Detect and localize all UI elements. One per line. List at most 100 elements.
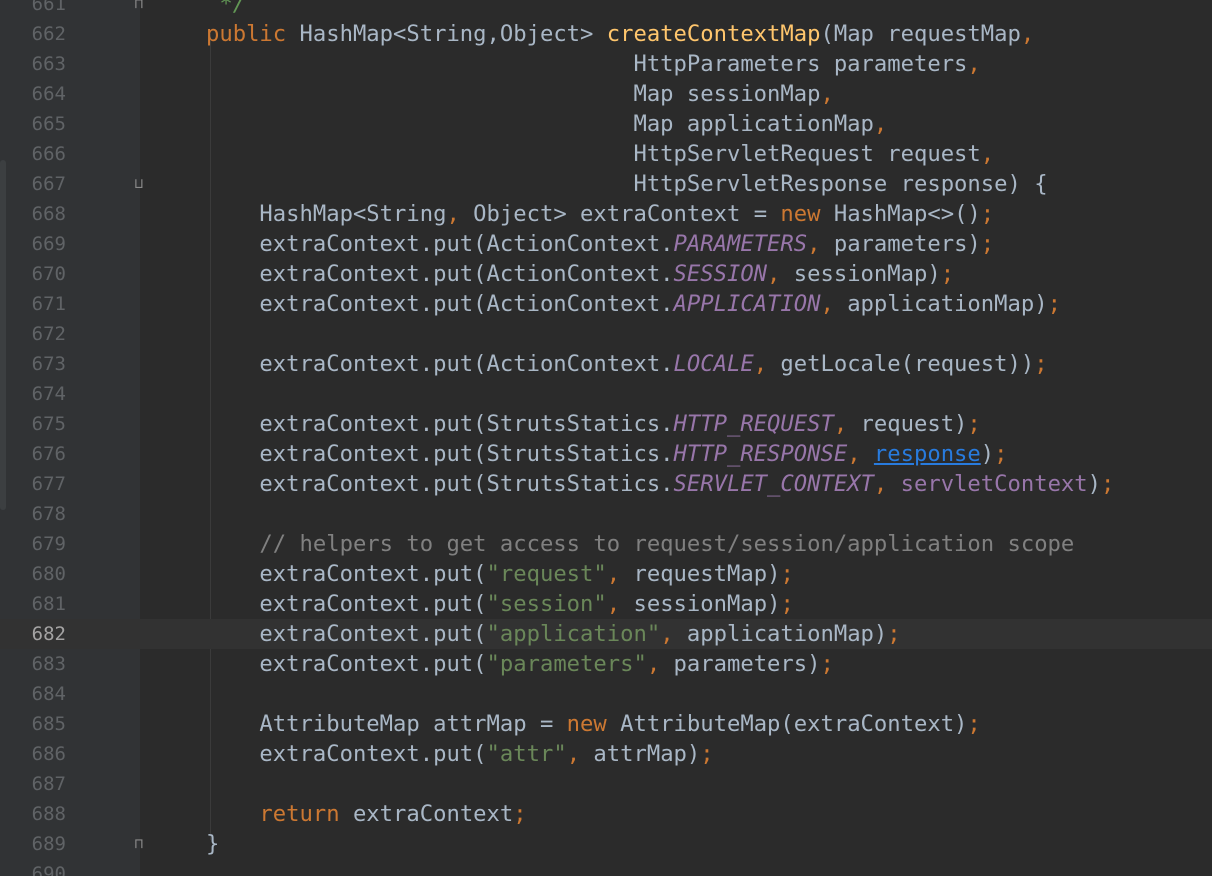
code-text[interactable]: return extraContext; xyxy=(206,799,526,829)
code-token: , xyxy=(606,561,634,587)
code-line[interactable]: 686 extraContext.put("attr", attrMap); xyxy=(0,739,1212,769)
line-number[interactable]: 687 xyxy=(0,769,66,799)
code-text[interactable]: extraContext.put(StrutsStatics.HTTP_RESP… xyxy=(206,439,1007,469)
line-number[interactable]: 681 xyxy=(0,589,66,619)
line-number[interactable]: 677 xyxy=(0,469,66,499)
fold-end-icon[interactable]: ⊓ xyxy=(131,834,147,854)
code-line[interactable]: 685 AttributeMap attrMap = new Attribute… xyxy=(0,709,1212,739)
code-line[interactable]: 684 xyxy=(0,679,1212,709)
code-text[interactable]: extraContext.put("application", applicat… xyxy=(206,619,900,649)
code-token: new xyxy=(780,201,834,227)
line-number[interactable]: 665 xyxy=(0,109,66,139)
code-text[interactable]: extraContext.put("session", sessionMap); xyxy=(206,589,793,619)
line-number[interactable]: 670 xyxy=(0,259,66,289)
code-token: AttributeMap attrMap = xyxy=(206,711,567,737)
code-token: ; xyxy=(1047,291,1061,317)
line-number[interactable]: 671 xyxy=(0,289,66,319)
code-line[interactable]: 677 extraContext.put(StrutsStatics.SERVL… xyxy=(0,469,1212,499)
code-token: extraContext.put( xyxy=(206,561,487,587)
line-number[interactable]: 685 xyxy=(0,709,66,739)
line-number[interactable]: 682 xyxy=(0,619,66,649)
line-number[interactable]: 672 xyxy=(0,319,66,349)
current-code-line[interactable]: 682 extraContext.put("application", appl… xyxy=(0,619,1212,649)
code-line[interactable]: 671 extraContext.put(ActionContext.APPLI… xyxy=(0,289,1212,319)
code-line[interactable]: 683 extraContext.put("parameters", param… xyxy=(0,649,1212,679)
code-token: Object> extraContext = xyxy=(473,201,781,227)
code-editor[interactable]: 661 ⊓ */ 662 public HashMap<String,Object> … xyxy=(0,0,1212,876)
code-text[interactable]: extraContext.put(StrutsStatics.SERVLET_C… xyxy=(206,469,1114,499)
line-number[interactable]: 689 xyxy=(0,829,66,859)
line-number[interactable]: 669 xyxy=(0,229,66,259)
code-text[interactable]: Map applicationMap, xyxy=(206,109,887,139)
line-number[interactable]: 661 xyxy=(0,0,66,19)
code-line[interactable]: 674 xyxy=(0,379,1212,409)
fold-start-icon[interactable]: ⊔ xyxy=(131,174,147,194)
line-number[interactable]: 678 xyxy=(0,499,66,529)
code-line[interactable]: 679 // helpers to get access to request/… xyxy=(0,529,1212,559)
line-number[interactable]: 686 xyxy=(0,739,66,769)
line-number[interactable]: 674 xyxy=(0,379,66,409)
code-line[interactable]: 670 extraContext.put(ActionContext.SESSI… xyxy=(0,259,1212,289)
code-line[interactable]: 667 ⊔ HttpServletResponse response) { xyxy=(0,169,1212,199)
line-number[interactable]: 663 xyxy=(0,49,66,79)
code-line[interactable]: 662 public HashMap<String,Object> createC… xyxy=(0,19,1212,49)
fold-end-icon[interactable]: ⊓ xyxy=(131,0,147,14)
code-line[interactable]: 665 Map applicationMap, xyxy=(0,109,1212,139)
code-text[interactable]: } xyxy=(206,829,219,859)
code-text[interactable]: // helpers to get access to request/sess… xyxy=(206,529,1074,559)
code-line[interactable]: 687 xyxy=(0,769,1212,799)
code-line[interactable]: 680 extraContext.put("request", requestM… xyxy=(0,559,1212,589)
line-number[interactable]: 676 xyxy=(0,439,66,469)
hyperlink-token[interactable]: response xyxy=(874,441,981,467)
line-number[interactable]: 667 xyxy=(0,169,66,199)
code-text[interactable]: extraContext.put(ActionContext.SESSION, … xyxy=(206,259,954,289)
code-text[interactable]: extraContext.put("attr", attrMap); xyxy=(206,739,713,769)
line-number[interactable]: 679 xyxy=(0,529,66,559)
line-number[interactable]: 680 xyxy=(0,559,66,589)
line-number[interactable]: 684 xyxy=(0,679,66,709)
code-line[interactable]: 676 extraContext.put(StrutsStatics.HTTP_… xyxy=(0,439,1212,469)
code-line[interactable]: 661 ⊓ */ xyxy=(0,0,1212,19)
line-number[interactable]: 666 xyxy=(0,139,66,169)
code-line[interactable]: 689 ⊓} xyxy=(0,829,1212,859)
code-line[interactable]: 673 extraContext.put(ActionContext.LOCAL… xyxy=(0,349,1212,379)
code-text[interactable]: HttpServletResponse response) { xyxy=(206,169,1047,199)
code-text[interactable]: public HashMap<String,Object> createCont… xyxy=(206,19,1034,49)
code-token: // helpers to get access to request/sess… xyxy=(206,531,1075,557)
code-text[interactable]: HttpParameters parameters, xyxy=(206,49,980,79)
code-text[interactable]: */ xyxy=(206,0,246,19)
code-text[interactable]: extraContext.put(StrutsStatics.HTTP_REQU… xyxy=(206,409,980,439)
line-number[interactable]: 662 xyxy=(0,19,66,49)
code-token: "session" xyxy=(486,591,607,617)
code-line[interactable]: 668 HashMap<String, Object> extraContext… xyxy=(0,199,1212,229)
code-text[interactable]: extraContext.put(ActionContext.PARAMETER… xyxy=(206,229,994,259)
code-line[interactable]: 664 Map sessionMap, xyxy=(0,79,1212,109)
code-line[interactable]: 669 extraContext.put(ActionContext.PARAM… xyxy=(0,229,1212,259)
code-text[interactable]: extraContext.put(ActionContext.LOCALE, g… xyxy=(206,349,1047,379)
line-number[interactable]: 688 xyxy=(0,799,66,829)
code-line[interactable]: 675 extraContext.put(StrutsStatics.HTTP_… xyxy=(0,409,1212,439)
code-line[interactable]: 672 xyxy=(0,319,1212,349)
code-line[interactable]: 678 xyxy=(0,499,1212,529)
line-number[interactable]: 664 xyxy=(0,79,66,109)
line-number[interactable]: 683 xyxy=(0,649,66,679)
code-token: , xyxy=(807,231,834,257)
code-line[interactable]: 666 HttpServletRequest request, xyxy=(0,139,1212,169)
code-text[interactable]: HttpServletRequest request, xyxy=(206,139,994,169)
code-line[interactable]: 663 HttpParameters parameters, xyxy=(0,49,1212,79)
code-token: HttpServletRequest request xyxy=(206,141,981,167)
line-number[interactable]: 690 xyxy=(0,859,66,876)
code-text[interactable]: AttributeMap attrMap = new AttributeMap(… xyxy=(206,709,980,739)
code-token: "parameters" xyxy=(486,651,647,677)
code-line[interactable]: 688 return extraContext; xyxy=(0,799,1212,829)
code-line[interactable]: 690 xyxy=(0,859,1212,876)
code-text[interactable]: extraContext.put("parameters", parameter… xyxy=(206,649,833,679)
code-text[interactable]: extraContext.put(ActionContext.APPLICATI… xyxy=(206,289,1061,319)
code-line[interactable]: 681 extraContext.put("session", sessionM… xyxy=(0,589,1212,619)
line-number[interactable]: 675 xyxy=(0,409,66,439)
line-number[interactable]: 673 xyxy=(0,349,66,379)
code-text[interactable]: extraContext.put("request", requestMap); xyxy=(206,559,793,589)
line-number[interactable]: 668 xyxy=(0,199,66,229)
code-text[interactable]: HashMap<String, Object> extraContext = n… xyxy=(206,199,994,229)
code-text[interactable]: Map sessionMap, xyxy=(206,79,833,109)
